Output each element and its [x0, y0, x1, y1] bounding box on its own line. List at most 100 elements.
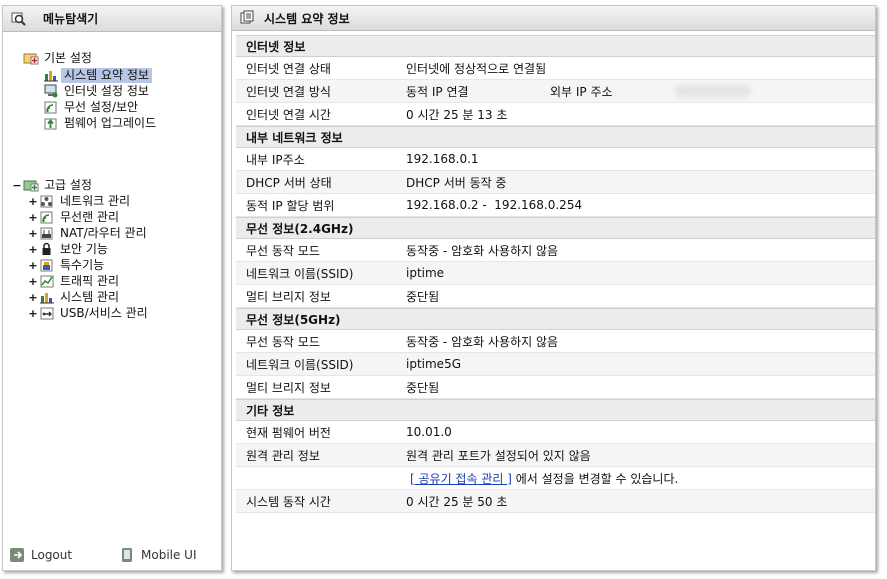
tree-item-wireless-security[interactable]: 무선 설정/보안: [43, 99, 141, 115]
tree-item-nat-router[interactable]: + NAT/라우터 관리: [27, 225, 150, 241]
router-icon: [39, 226, 55, 240]
row-key: 무선 동작 모드: [246, 243, 320, 258]
table-row: 네트워크 이름(SSID) iptime5G: [236, 353, 875, 376]
row-key: 인터넷 연결 상태: [246, 61, 331, 76]
tree-item-label: 펌웨어 업그레이드: [64, 115, 157, 130]
tree-item-network[interactable]: + 네트워크 관리: [27, 193, 133, 209]
tree-item-internet-settings[interactable]: 인터넷 설정 정보: [43, 83, 152, 99]
row-key: 내부 IP주소: [246, 152, 305, 167]
expand-toggle[interactable]: +: [27, 291, 39, 304]
logout-icon: [10, 548, 24, 562]
expand-toggle[interactable]: +: [27, 275, 39, 288]
table-row: 내부 IP주소 192.168.0.1: [236, 148, 875, 171]
row-value: 동작중 - 암호화 사용하지 않음: [406, 334, 559, 349]
tree-item-label: 인터넷 설정 정보: [64, 83, 149, 98]
system-summary-panel: 시스템 요약 정보 인터넷 정보 인터넷 연결 상태 인터넷에 정상적으로 연결…: [231, 5, 876, 571]
table-row: 동적 IP 할당 범위 192.168.0.2 - 192.168.0.254: [236, 194, 875, 217]
table-row: 인터넷 연결 방식 동적 IP 연결 외부 IP 주소: [236, 80, 875, 103]
expand-toggle[interactable]: +: [27, 211, 39, 224]
special-function-icon: [39, 258, 55, 272]
tree-item-wlan[interactable]: + 무선랜 관리: [27, 209, 122, 225]
row-key: 네트워크 이름(SSID): [246, 357, 354, 372]
section-etc: 기타 정보: [236, 399, 875, 421]
row-value: 원격 관리 포트가 설정되어 있지 않음: [406, 448, 591, 463]
table-row: 인터넷 연결 시간 0 시간 25 분 13 초: [236, 103, 875, 126]
bar-chart-icon: [39, 290, 55, 304]
tree-item-label: NAT/라우터 관리: [60, 225, 147, 240]
row-value: DHCP 서버 동작 중: [406, 175, 507, 190]
tree-item-usb-service[interactable]: + USB/서비스 관리: [27, 305, 151, 321]
collapse-toggle[interactable]: −: [11, 179, 23, 192]
logout-label: Logout: [31, 548, 73, 562]
tree-item-security[interactable]: + 보안 기능: [27, 241, 111, 257]
menu-explorer-header: 메뉴탐색기: [3, 6, 221, 32]
expand-toggle[interactable]: +: [27, 195, 39, 208]
lock-icon: [39, 242, 55, 256]
tree-item-label: 무선 설정/보안: [64, 99, 139, 114]
left-footer: Logout Mobile UI: [3, 540, 221, 570]
tree-group-basic[interactable]: 기본 설정: [23, 50, 95, 66]
row-value: 0 시간 25 분 50 초: [406, 494, 508, 509]
table-row: 인터넷 연결 상태 인터넷에 정상적으로 연결됨: [236, 57, 875, 80]
remote-help-text: 에서 설정을 변경할 수 있습니다.: [515, 471, 679, 486]
tree-item-traffic[interactable]: + 트래픽 관리: [27, 273, 122, 289]
folder-settings-icon: [23, 51, 39, 65]
row-key: 동적 IP 할당 범위: [246, 198, 335, 213]
table-row: 시스템 동작 시간 0 시간 25 분 50 초: [236, 490, 875, 513]
tree-item-label: 특수기능: [60, 257, 105, 272]
table-row: 네트워크 이름(SSID) iptime: [236, 262, 875, 285]
expand-toggle[interactable]: +: [27, 243, 39, 256]
tree-group-advanced[interactable]: − 고급 설정: [11, 177, 95, 193]
row-value: 인터넷에 정상적으로 연결됨: [406, 61, 547, 76]
section-wireless-5ghz: 무선 정보(5GHz): [236, 308, 875, 330]
tree-item-label: 네트워크 관리: [60, 193, 131, 208]
panel-title: 시스템 요약 정보: [264, 11, 350, 26]
table-row: 현재 펌웨어 버전 10.01.0: [236, 421, 875, 444]
table-row: 무선 동작 모드 동작중 - 암호화 사용하지 않음: [236, 239, 875, 262]
row-key: DHCP 서버 상태: [246, 175, 332, 190]
row-value: 10.01.0: [406, 425, 452, 439]
tree-item-system-summary[interactable]: 시스템 요약 정보: [43, 67, 152, 83]
table-row: [ 공유기 접속 관리 ] 에서 설정을 변경할 수 있습니다.: [236, 467, 875, 490]
row-value: 192.168.0.2 - 192.168.0.254: [406, 198, 583, 212]
bar-chart-icon: [43, 68, 59, 82]
logout-button[interactable]: Logout: [9, 547, 72, 563]
table-row: DHCP 서버 상태 DHCP 서버 동작 중: [236, 171, 875, 194]
row-key: 현재 펌웨어 버전: [246, 425, 331, 440]
tree-item-special[interactable]: + 특수기능: [27, 257, 107, 273]
tree-item-label: USB/서비스 관리: [60, 305, 148, 320]
summary-table: 인터넷 정보 인터넷 연결 상태 인터넷에 정상적으로 연결됨 인터넷 연결 방…: [236, 35, 875, 513]
row-value: iptime5G: [406, 357, 461, 371]
row-value: 0 시간 25 분 13 초: [406, 107, 508, 122]
table-row: 원격 관리 정보 원격 관리 포트가 설정되어 있지 않음: [236, 444, 875, 467]
wireless-icon: [39, 210, 55, 224]
mobile-icon: [122, 548, 132, 562]
section-lan: 내부 네트워크 정보: [236, 126, 875, 148]
menu-explorer-title: 메뉴탐색기: [43, 12, 99, 26]
tree-item-label: 보안 기능: [60, 241, 108, 256]
panel-header: 시스템 요약 정보: [232, 6, 875, 31]
mobile-ui-button[interactable]: Mobile UI: [119, 547, 197, 563]
row-key: 네트워크 이름(SSID): [246, 266, 354, 281]
tree-group-basic-label: 기본 설정: [44, 50, 92, 65]
tree-group-advanced-label: 고급 설정: [44, 177, 92, 192]
row-key: 인터넷 연결 시간: [246, 107, 331, 122]
upgrade-icon: [43, 116, 59, 130]
row-key: 원격 관리 정보: [246, 448, 320, 463]
external-ip-redacted: [674, 85, 751, 97]
row-value: 중단됨: [406, 289, 440, 304]
expand-toggle[interactable]: +: [27, 307, 39, 320]
expand-toggle[interactable]: +: [27, 259, 39, 272]
table-row: 멀티 브리지 정보 중단됨: [236, 376, 875, 399]
tree-item-label: 시스템 요약 정보: [61, 67, 152, 83]
expand-toggle[interactable]: +: [27, 227, 39, 240]
monitor-icon: [43, 84, 59, 98]
row-key: 시스템 동작 시간: [246, 494, 331, 509]
router-access-management-link[interactable]: [ 공유기 접속 관리 ]: [410, 472, 512, 486]
menu-explorer-panel: 메뉴탐색기 기본 설정 시스템 요약 정보 인터넷 설정 정보 무선 설정/보안…: [2, 5, 222, 571]
row-value: iptime: [406, 266, 445, 280]
external-ip-label: 외부 IP 주소: [550, 84, 613, 99]
search-tree-icon: [11, 12, 27, 26]
tree-item-system[interactable]: + 시스템 관리: [27, 289, 122, 305]
tree-item-firmware-upgrade[interactable]: 펌웨어 업그레이드: [43, 115, 159, 131]
